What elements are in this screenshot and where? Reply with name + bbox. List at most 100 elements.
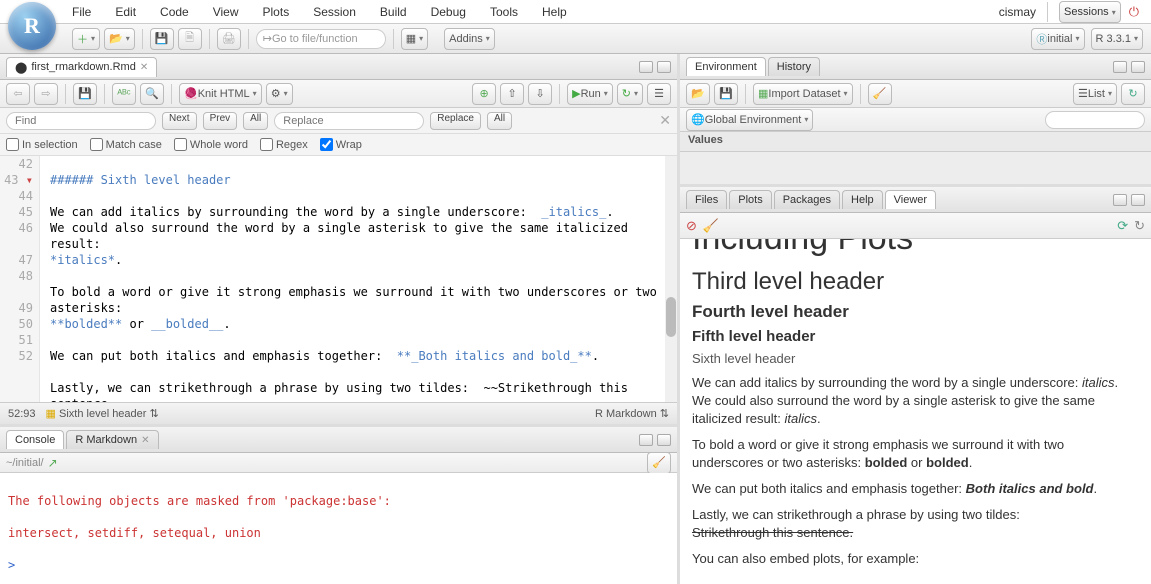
sync-viewer-icon[interactable]: ⟳ bbox=[1117, 218, 1128, 234]
env-scope-selector[interactable]: 🌐 Global Environment bbox=[686, 109, 813, 131]
menu-plots[interactable]: Plots bbox=[263, 5, 290, 19]
knit-button[interactable]: 🧶 Knit HTML bbox=[179, 83, 262, 105]
menu-code[interactable]: Code bbox=[160, 5, 189, 19]
menu-edit[interactable]: Edit bbox=[115, 5, 136, 19]
maximize-pane-icon[interactable] bbox=[657, 61, 671, 73]
viewer-h5: Fifth level header bbox=[692, 328, 1139, 345]
close-findbar-icon[interactable]: ✕ bbox=[659, 112, 671, 129]
new-file-button[interactable]: ＋ bbox=[72, 28, 100, 50]
menu-tools[interactable]: Tools bbox=[490, 5, 518, 19]
outline-crumb[interactable]: ▦ Sixth level header ⇅ bbox=[46, 407, 159, 420]
env-search-input[interactable] bbox=[1045, 111, 1145, 129]
menu-debug[interactable]: Debug bbox=[431, 5, 466, 19]
go-next-button[interactable]: ⇩ bbox=[528, 83, 552, 105]
packages-tab[interactable]: Packages bbox=[774, 190, 840, 209]
project-menu[interactable]: Ⓡ initial bbox=[1031, 28, 1084, 50]
viewer-h2: Including Plots bbox=[692, 239, 1139, 258]
replace-input[interactable] bbox=[274, 112, 424, 130]
remove-viewer-icon[interactable]: ⊘ bbox=[686, 218, 697, 234]
goto-file-input[interactable]: ↦ Go to file/function bbox=[256, 29, 386, 49]
file-type-selector[interactable]: R Markdown ⇅ bbox=[595, 407, 669, 420]
regex-checkbox[interactable]: Regex bbox=[260, 138, 308, 151]
minimize-pane-icon[interactable] bbox=[639, 61, 653, 73]
console-prompt[interactable]: > bbox=[8, 557, 669, 573]
back-button[interactable]: ⇦ bbox=[6, 83, 30, 105]
print-button[interactable]: 🖨 bbox=[217, 28, 241, 50]
menu-help[interactable]: Help bbox=[542, 5, 567, 19]
console-output[interactable]: The following objects are masked from 'p… bbox=[0, 473, 677, 584]
menu-build[interactable]: Build bbox=[380, 5, 407, 19]
match-case-checkbox[interactable]: Match case bbox=[90, 138, 162, 151]
clear-console-button[interactable]: 🧹 bbox=[647, 452, 671, 474]
open-file-button[interactable]: 📂 bbox=[104, 28, 135, 50]
working-dir: ~/initial/ bbox=[6, 457, 44, 469]
file-icon: ⬤ bbox=[15, 61, 27, 74]
save-workspace-button[interactable]: 💾 bbox=[714, 83, 738, 105]
minimize-pane-icon[interactable] bbox=[1113, 194, 1127, 206]
rmarkdown-tab[interactable]: R Markdown✕ bbox=[66, 430, 158, 449]
save-all-button[interactable]: 🗎 bbox=[178, 28, 202, 50]
main-toolbar: ＋ 📂 💾 🗎 🖨 ↦ Go to file/function ▦ Addins… bbox=[0, 24, 1151, 54]
import-dataset-button[interactable]: ▦ Import Dataset bbox=[753, 83, 853, 105]
source-pane: ⬤ first_rmarkdown.Rmd ✕ ⇦ ⇨ 💾 ᴬᴮᶜ 🔍 🧶 K bbox=[0, 54, 677, 424]
clear-viewer-icon[interactable]: 🧹 bbox=[703, 218, 719, 234]
rerun-button[interactable]: ↻ bbox=[617, 83, 643, 105]
load-workspace-button[interactable]: 📂 bbox=[686, 83, 710, 105]
menu-session[interactable]: Session bbox=[313, 5, 356, 19]
environment-tab[interactable]: Environment bbox=[686, 57, 766, 76]
menu-file[interactable]: File bbox=[72, 5, 91, 19]
files-tab[interactable]: Files bbox=[686, 190, 727, 209]
find-input[interactable] bbox=[6, 112, 156, 130]
values-header: Values bbox=[680, 132, 1151, 152]
refresh-env-button[interactable]: ↻ bbox=[1121, 83, 1145, 105]
maximize-pane-icon[interactable] bbox=[1131, 194, 1145, 206]
minimize-pane-icon[interactable] bbox=[1113, 61, 1127, 73]
editor-scrollbar[interactable] bbox=[665, 156, 677, 402]
save-source-button[interactable]: 💾 bbox=[73, 83, 97, 105]
addins-menu[interactable]: Addins bbox=[444, 28, 495, 50]
source-tab[interactable]: ⬤ first_rmarkdown.Rmd ✕ bbox=[6, 57, 157, 77]
minimize-pane-icon[interactable] bbox=[639, 434, 653, 446]
find-prev-button[interactable]: Prev bbox=[203, 112, 238, 130]
maximize-pane-icon[interactable] bbox=[1131, 61, 1145, 73]
replace-button[interactable]: Replace bbox=[430, 112, 481, 130]
find-button[interactable]: 🔍 bbox=[140, 83, 164, 105]
main-menubar: File Edit Code View Plots Session Build … bbox=[0, 0, 1151, 24]
plots-tab[interactable]: Plots bbox=[729, 190, 771, 209]
gear-button[interactable]: ⚙ bbox=[266, 83, 293, 105]
spellcheck-button[interactable]: ᴬᴮᶜ bbox=[112, 83, 136, 105]
r-version-menu[interactable]: R 3.3.1 bbox=[1091, 28, 1143, 50]
refresh-viewer-icon[interactable]: ↻ bbox=[1134, 218, 1145, 234]
whole-word-checkbox[interactable]: Whole word bbox=[174, 138, 248, 151]
console-tab[interactable]: Console bbox=[6, 430, 64, 449]
grid-button[interactable]: ▦ bbox=[401, 28, 428, 50]
in-selection-checkbox[interactable]: In selection bbox=[6, 138, 78, 151]
help-tab[interactable]: Help bbox=[842, 190, 883, 209]
find-all-button[interactable]: All bbox=[243, 112, 268, 130]
go-prev-button[interactable]: ⇧ bbox=[500, 83, 524, 105]
run-button[interactable]: ▶ Run bbox=[567, 83, 613, 105]
quit-icon[interactable]: ⏻ bbox=[1129, 4, 1139, 20]
close-icon[interactable]: ✕ bbox=[141, 435, 149, 446]
clear-env-button[interactable]: 🧹 bbox=[868, 83, 892, 105]
maximize-pane-icon[interactable] bbox=[657, 434, 671, 446]
wrap-checkbox[interactable]: Wrap bbox=[320, 138, 362, 151]
history-tab[interactable]: History bbox=[768, 57, 820, 76]
outline-button[interactable]: ☰ bbox=[647, 83, 671, 105]
rstudio-logo: R bbox=[8, 2, 56, 50]
menu-view[interactable]: View bbox=[213, 5, 239, 19]
workdir-icon[interactable]: ↗ bbox=[48, 456, 58, 470]
env-list-mode[interactable]: ☰ List bbox=[1073, 83, 1117, 105]
code-line-43: ###### Sixth level header bbox=[50, 172, 663, 188]
find-next-button[interactable]: Next bbox=[162, 112, 197, 130]
insert-chunk-button[interactable]: ⊕ bbox=[472, 83, 496, 105]
save-button[interactable]: 💾 bbox=[150, 28, 174, 50]
close-tab-icon[interactable]: ✕ bbox=[140, 62, 148, 73]
viewer-content[interactable]: Including Plots Third level header Fourt… bbox=[680, 239, 1151, 584]
sessions-menu[interactable]: Sessions bbox=[1059, 1, 1121, 23]
forward-button[interactable]: ⇨ bbox=[34, 83, 58, 105]
replace-all-button[interactable]: All bbox=[487, 112, 512, 130]
code-editor[interactable]: 42 43 ▾ 44 45 46 47 48 49 50 51 52 # bbox=[0, 156, 677, 402]
viewer-tab[interactable]: Viewer bbox=[885, 190, 936, 209]
console-pane: Console R Markdown✕ ~/initial/ ↗ 🧹 The f… bbox=[0, 424, 677, 584]
